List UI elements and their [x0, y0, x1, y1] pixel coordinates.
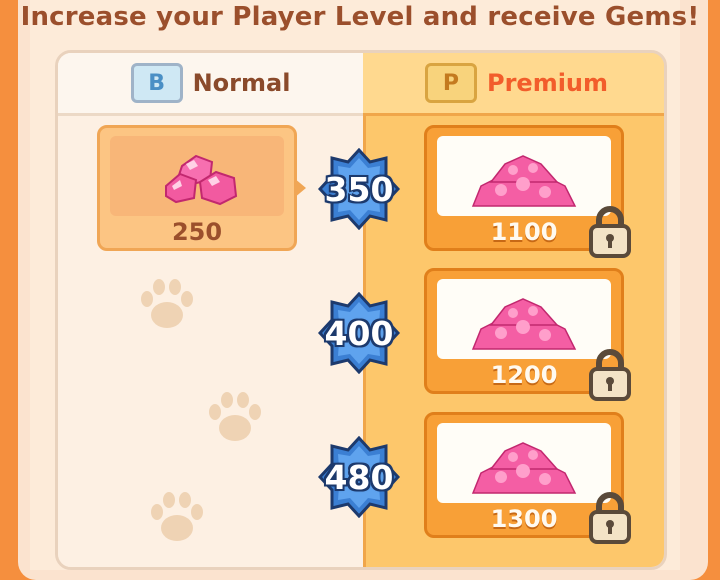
reward-window [437, 136, 611, 216]
level-number: 400 [324, 313, 394, 353]
subtitle: Increase your Player Level and receive G… [20, 2, 700, 32]
ticket-p-icon: P [424, 63, 477, 103]
pointer-arrow [294, 178, 306, 198]
level-badge: 400 [317, 291, 401, 375]
lock-icon [589, 206, 631, 258]
reward-amount: 250 [171, 218, 223, 246]
gem-pile-icon [471, 298, 577, 350]
tab-normal-label: Normal [192, 69, 291, 97]
ticket-b-letter: B [148, 70, 165, 96]
level-number: 480 [324, 457, 394, 497]
ticket-b-icon: B [130, 63, 183, 103]
gem-pile-icon [471, 155, 577, 207]
lock-icon [589, 349, 631, 401]
gem-icon [165, 154, 238, 206]
lock-icon [589, 492, 631, 544]
ticket-p-letter: P [442, 70, 460, 96]
level-number: 350 [324, 169, 394, 209]
level-badge: 350 [317, 147, 401, 231]
paw-print-icon [151, 492, 203, 541]
tab-premium[interactable]: P Premium [363, 53, 664, 116]
normal-reward-card[interactable]: 250 [97, 125, 297, 251]
paw-print-icon [141, 279, 193, 328]
tab-premium-label: Premium [486, 69, 609, 97]
level-badge: 480 [317, 435, 401, 519]
gem-pile-icon [471, 442, 577, 494]
tab-normal[interactable]: B Normal [58, 53, 363, 116]
reward-window [437, 423, 611, 503]
reward-window [110, 136, 284, 216]
reward-window [437, 279, 611, 359]
paw-print-icon [209, 392, 261, 441]
